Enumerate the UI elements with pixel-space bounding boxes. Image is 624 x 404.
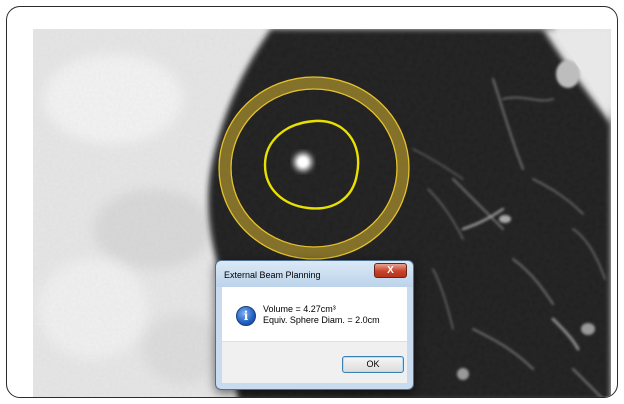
ok-button-label: OK [366,359,380,369]
info-icon: i [236,306,256,326]
close-icon: X [387,265,394,276]
volume-message: Volume = 4.27cm³ [263,304,336,314]
sphere-diameter-message: Equiv. Sphere Diam. = 2.0cm [263,315,380,325]
close-button[interactable]: X [374,263,407,278]
image-frame: External Beam Planning X i Volume = 4.27… [6,6,618,398]
ok-button[interactable]: OK [342,356,404,373]
dialog-titlebar[interactable]: External Beam Planning X [216,261,413,287]
dialog-title: External Beam Planning [224,270,321,280]
message-dialog: External Beam Planning X i Volume = 4.27… [215,260,414,390]
